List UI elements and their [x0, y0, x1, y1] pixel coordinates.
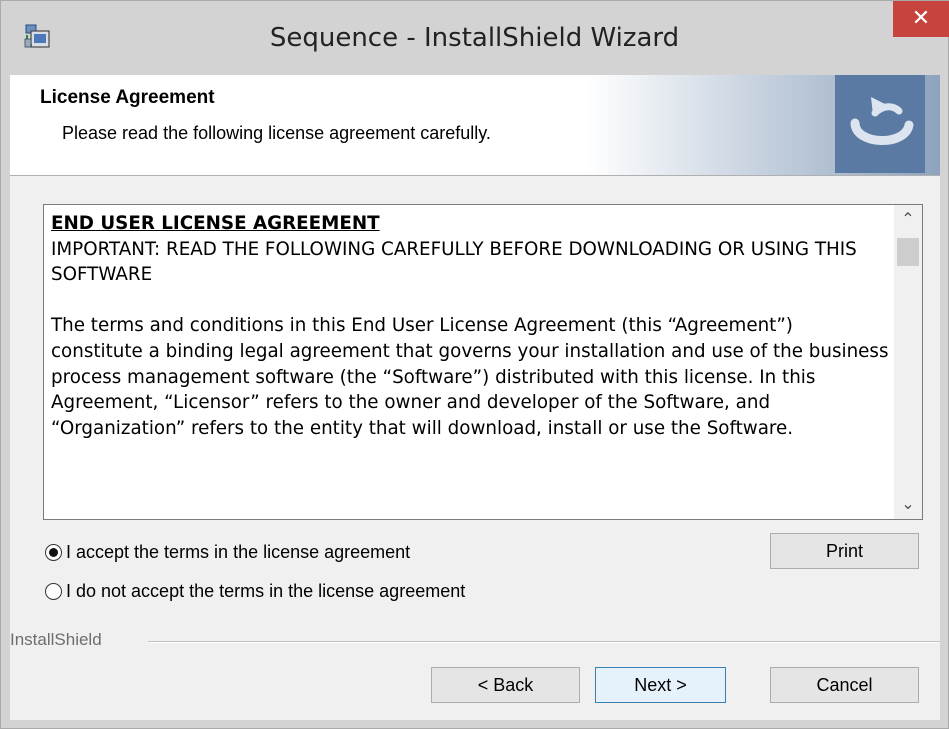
accept-radio[interactable]: [45, 543, 62, 561]
footer-divider: [148, 641, 940, 643]
accept-terms-option[interactable]: I accept the terms in the license agreem…: [45, 540, 410, 564]
installshield-logo: [835, 75, 925, 173]
wizard-body: License Agreement Please read the follow…: [10, 75, 940, 720]
print-button[interactable]: Print: [770, 533, 919, 569]
eula-heading: END USER LICENSE AGREEMENT: [51, 213, 380, 234]
page-title: License Agreement: [40, 87, 215, 108]
accept-radio-label[interactable]: I accept the terms in the license agreem…: [66, 542, 410, 563]
installshield-swirl-icon: [850, 97, 914, 145]
installshield-brand: InstallShield: [10, 630, 102, 649]
scroll-up-arrow-icon[interactable]: ⌃: [894, 208, 922, 232]
scroll-thumb[interactable]: [897, 238, 919, 266]
installer-window: Sequence - InstallShield Wizard ✕ Licens…: [0, 0, 949, 729]
decline-radio[interactable]: [45, 582, 62, 600]
scroll-down-arrow-icon[interactable]: ⌄: [894, 493, 922, 517]
vertical-scrollbar[interactable]: ⌃ ⌄: [894, 205, 922, 519]
eula-paragraph: The terms and conditions in this End Use…: [51, 315, 889, 439]
window-title: Sequence - InstallShield Wizard: [269, 23, 680, 53]
eula-important-notice: IMPORTANT: READ THE FOLLOWING CAREFULLY …: [51, 238, 857, 286]
close-button[interactable]: ✕: [893, 1, 949, 37]
page-subtitle: Please read the following license agreem…: [62, 123, 491, 143]
decline-terms-option[interactable]: I do not accept the terms in the license…: [45, 579, 465, 603]
decline-radio-label[interactable]: I do not accept the terms in the license…: [66, 581, 465, 602]
license-text-box[interactable]: END USER LICENSE AGREEMENT IMPORTANT: RE…: [43, 204, 923, 520]
back-button[interactable]: < Back: [431, 667, 580, 703]
license-text: END USER LICENSE AGREEMENT IMPORTANT: RE…: [51, 211, 889, 467]
wizard-header: License Agreement Please read the follow…: [10, 75, 940, 176]
next-button[interactable]: Next >: [595, 667, 726, 703]
title-bar[interactable]: Sequence - InstallShield Wizard ✕: [1, 1, 949, 75]
cancel-button[interactable]: Cancel: [770, 667, 919, 703]
